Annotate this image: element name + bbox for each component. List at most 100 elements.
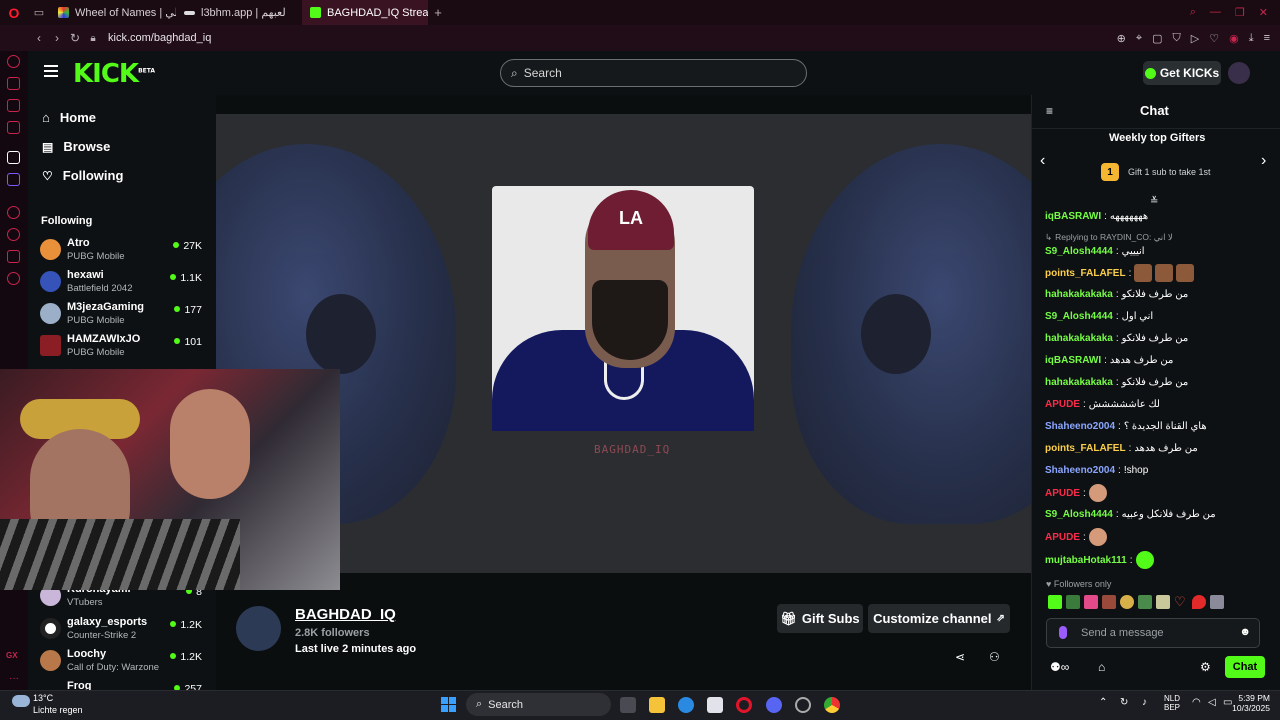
close-window-icon[interactable]: ✕: [1259, 6, 1268, 19]
channel-name[interactable]: BAGHDAD_IQ: [295, 606, 396, 623]
opera-gx-icon[interactable]: [736, 697, 752, 713]
following-item-frog[interactable]: Frog 257: [40, 680, 210, 690]
mic-icon[interactable]: [1059, 626, 1067, 639]
maximize-icon[interactable]: ❐: [1235, 6, 1245, 19]
add-follower-icon[interactable]: ⚇: [989, 650, 1000, 664]
messenger-icon[interactable]: [7, 77, 20, 90]
user-avatar[interactable]: [1228, 62, 1250, 84]
volume-icon[interactable]: ◁: [1208, 697, 1216, 708]
emote-icon[interactable]: [1138, 595, 1152, 609]
following-item-hamzawi[interactable]: HAMZAWIxJO PUBG Mobile 101: [40, 333, 210, 363]
chat-message[interactable]: APUDE:: [1045, 484, 1107, 502]
customize-channel-button[interactable]: Customize channel ⇗: [868, 604, 1010, 633]
chat-settings-icon[interactable]: ⚙: [1200, 660, 1211, 674]
sync-icon[interactable]: ↻: [1120, 697, 1128, 708]
play-icon[interactable]: ▷: [1191, 32, 1199, 45]
opera-logo-icon[interactable]: O: [0, 5, 28, 21]
nav-browse[interactable]: ▤ Browse: [42, 139, 110, 154]
chat-message[interactable]: mujtabaHotak111:: [1045, 551, 1154, 569]
message-input[interactable]: Send a message ☻: [1046, 618, 1260, 648]
task-view-icon[interactable]: [620, 697, 636, 713]
clock[interactable]: 5:39 PM 10/3/2025: [1228, 693, 1270, 713]
emote-icon[interactable]: [1210, 595, 1224, 609]
kick-logo[interactable]: KICKBETA: [73, 59, 155, 89]
nav-home[interactable]: ⌂ Home: [42, 110, 96, 125]
account-icon[interactable]: ◉: [1229, 32, 1239, 45]
windows-start-icon[interactable]: [441, 697, 456, 712]
following-item-hexawi[interactable]: hexawi Battlefield 2042 1.1K: [40, 269, 210, 299]
share-icon[interactable]: ⋖: [955, 650, 965, 664]
tab-wheel-of-names[interactable]: Wheel of Names | طشوالي: [50, 0, 176, 25]
history-icon[interactable]: [7, 206, 20, 219]
chat-message[interactable]: S9_Alosh4444: اني اول: [1045, 311, 1153, 322]
pinned-toggle-icon[interactable]: ≚: [1150, 196, 1158, 207]
back-icon[interactable]: ‹: [30, 31, 48, 45]
file-explorer-icon[interactable]: [649, 697, 665, 713]
community-icon[interactable]: ⚉∞: [1050, 660, 1069, 674]
following-item-atro[interactable]: Atro PUBG Mobile 27K: [40, 237, 210, 267]
bookmark-heart-icon[interactable]: ♡: [1209, 32, 1219, 45]
next-arrow-icon[interactable]: ›: [1261, 152, 1266, 170]
nav-following[interactable]: ♡ Following: [42, 168, 123, 183]
workspaces-icon[interactable]: ▭: [28, 6, 50, 19]
whatsapp-icon[interactable]: [7, 121, 20, 134]
chat-message[interactable]: S9_Alosh4444: انيييي: [1045, 246, 1145, 257]
chat-message[interactable]: Shaheeno2004: !shop: [1045, 465, 1148, 476]
tab-kick-stream[interactable]: BAGHDAD_IQ Stream - W: [302, 0, 428, 25]
gx-icon[interactable]: GX: [6, 651, 18, 660]
menu-icon[interactable]: ≡: [1264, 32, 1270, 45]
following-item-m3jeza[interactable]: M3jezaGaming PUBG Mobile 177: [40, 301, 210, 331]
chat-message[interactable]: hahakakakaka: من طرف فلانكو: [1045, 289, 1188, 300]
pin-icon[interactable]: ⌖: [1136, 32, 1142, 45]
prev-arrow-icon[interactable]: ‹: [1040, 152, 1045, 170]
new-tab-icon[interactable]: +: [428, 5, 448, 20]
download-icon[interactable]: ⤓: [1249, 32, 1254, 45]
language-indicator[interactable]: NLD BEP: [1164, 694, 1180, 712]
chrome-icon[interactable]: [824, 697, 840, 713]
weather-icon[interactable]: [12, 695, 30, 707]
tab-l3bhm[interactable]: l3bhm.app | لعبهم: [176, 0, 302, 25]
mic-tray-icon[interactable]: ♪: [1142, 697, 1147, 708]
chat-send-button[interactable]: Chat: [1225, 656, 1265, 678]
aria-icon[interactable]: [7, 55, 20, 68]
url-text[interactable]: kick.com/baghdad_iq: [108, 32, 211, 44]
following-item-loochy[interactable]: Loochy Call of Duty: Warzone 1.2K: [40, 648, 210, 678]
tab-search-icon[interactable]: ⌕: [1190, 6, 1196, 19]
zoom-icon[interactable]: ⊕: [1117, 32, 1126, 45]
settings-icon[interactable]: [7, 272, 20, 285]
get-kicks-button[interactable]: Get KICKs: [1143, 61, 1221, 85]
extensions-icon[interactable]: [7, 250, 20, 263]
emote-icon[interactable]: [1156, 595, 1170, 609]
hamburger-menu-icon[interactable]: [44, 65, 58, 77]
emote-icon[interactable]: [1192, 595, 1206, 609]
reload-icon[interactable]: ↻: [66, 31, 84, 45]
wifi-icon[interactable]: ◠: [1192, 697, 1201, 708]
emote-icon[interactable]: [1102, 595, 1116, 609]
discord-icon[interactable]: [766, 697, 782, 713]
following-item-galaxy[interactable]: galaxy_esports Counter-Strike 2 1.2K: [40, 616, 210, 646]
clock-icon[interactable]: [7, 228, 20, 241]
emote-icon[interactable]: [1084, 595, 1098, 609]
more-icon[interactable]: ···: [9, 673, 19, 684]
edge-icon[interactable]: [678, 697, 694, 713]
gift-subs-button[interactable]: 🎁︎ Gift Subs: [777, 604, 863, 633]
chat-message[interactable]: iqBASRAWI: هههههههه: [1045, 211, 1148, 222]
minimize-icon[interactable]: —: [1210, 6, 1221, 19]
search-input[interactable]: ⌕ Search: [500, 59, 807, 87]
emote-icon[interactable]: [1120, 595, 1134, 609]
kick-emote-icon[interactable]: [1048, 595, 1062, 609]
chat-message[interactable]: hahakakakaka: من طرف فلانكو: [1045, 333, 1188, 344]
heart-emote-icon[interactable]: ♡: [1174, 595, 1188, 609]
chat-message[interactable]: hahakakakaka: من طرف فلانكو: [1045, 377, 1188, 388]
store-icon[interactable]: ⌂: [1098, 660, 1105, 674]
forward-icon[interactable]: ›: [48, 31, 66, 45]
chat-message[interactable]: iqBASRAWI: من طرف هدهد: [1045, 355, 1173, 366]
chat-message[interactable]: APUDE: لك عاششششش: [1045, 399, 1160, 410]
tray-chevron-icon[interactable]: ⌃: [1099, 697, 1107, 708]
emoji-icon[interactable]: ☻: [1239, 626, 1251, 638]
settings-app-icon[interactable]: [795, 697, 811, 713]
chat-message[interactable]: APUDE:: [1045, 528, 1107, 546]
twitch-icon[interactable]: [7, 173, 20, 186]
store-app-icon[interactable]: [707, 697, 723, 713]
snapshot-icon[interactable]: ▢: [1152, 32, 1162, 45]
